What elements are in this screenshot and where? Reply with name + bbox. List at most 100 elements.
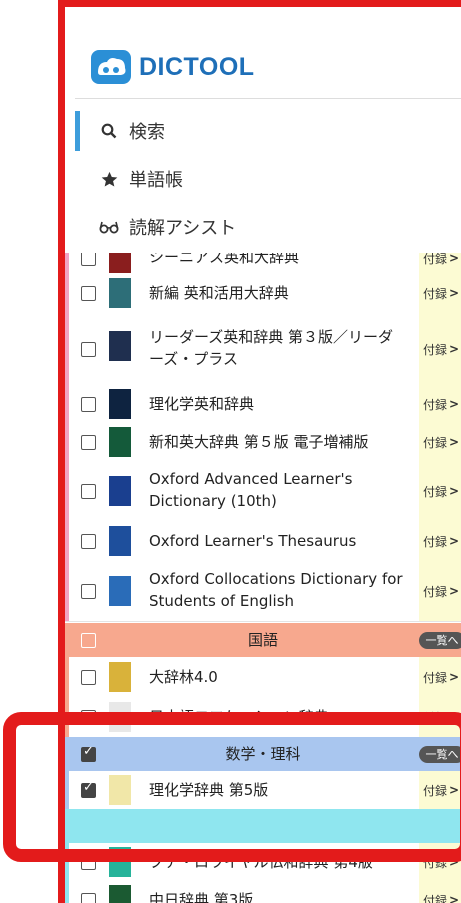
appendix-link[interactable]: 付録 > — [419, 771, 461, 809]
category-header-math-science[interactable]: 数学・理科 一覧へ — [65, 737, 461, 771]
category-color-bar — [65, 313, 69, 385]
appendix-link[interactable]: 付録 > — [419, 843, 461, 881]
dictionary-title: Oxford Collocations Dictionary for Stude… — [149, 570, 403, 610]
checkbox[interactable] — [81, 670, 96, 685]
category-color-bar — [65, 657, 69, 697]
dictionary-title: 新和英大辞典 第５版 電子増補版 — [149, 433, 369, 451]
category-color-bar — [65, 385, 69, 423]
logo-text: DICTOOL — [139, 52, 255, 81]
category-color-bar — [65, 521, 69, 561]
category-color-bar — [65, 423, 69, 461]
category-color-bar — [65, 273, 69, 313]
category-color-bar — [65, 461, 69, 521]
header: DICTOOL 検索 単語帳 読解アシスト — [65, 7, 461, 253]
chevron-right-icon: > — [449, 435, 460, 449]
book-cover-icon — [109, 576, 131, 606]
app-frame: DICTOOL 検索 単語帳 読解アシスト シーニアス英和大辞典 付録 > 新編… — [58, 0, 461, 903]
active-indicator — [75, 111, 80, 151]
dictionary-title: 理化学英和辞典 — [149, 395, 255, 413]
chevron-right-icon: > — [449, 251, 460, 265]
dictionary-title: リーダーズ英和辞典 第３版／リーダーズ・プラス — [149, 328, 394, 368]
checkbox[interactable] — [81, 484, 96, 499]
logo-icon — [91, 50, 131, 84]
dictionary-title: 新編 英和活用大辞典 — [149, 284, 289, 302]
appendix-link[interactable]: 付録 > — [419, 385, 461, 423]
appendix-link[interactable]: 付録 > — [419, 423, 461, 461]
book-cover-icon — [109, 702, 131, 732]
view-all-button[interactable]: 一覧へ — [419, 632, 461, 649]
checkbox[interactable] — [81, 342, 96, 357]
app-logo[interactable]: DICTOOL — [91, 47, 255, 87]
appendix-label: 付録 — [423, 435, 448, 450]
appendix-link[interactable]: 付録 > — [419, 881, 461, 903]
appendix-label: 付録 — [423, 484, 448, 499]
list-item[interactable]: Oxford Learner's Thesaurus 付録 > — [65, 521, 461, 562]
list-item[interactable]: 新和英大辞典 第５版 電子増補版 付録 > — [65, 423, 461, 462]
chevron-right-icon: > — [449, 484, 460, 498]
appendix-link[interactable]: 付録 > — [419, 313, 461, 385]
list-item[interactable]: Oxford Advanced Learner's Dictionary (10… — [65, 461, 461, 522]
list-item[interactable]: 理化学英和辞典 付録 > — [65, 385, 461, 424]
chevron-right-icon: > — [449, 670, 460, 684]
glasses-icon — [99, 220, 119, 234]
checkbox[interactable] — [81, 855, 96, 870]
appendix-label: 付録 — [423, 855, 448, 870]
chevron-right-icon: > — [449, 584, 460, 598]
chevron-right-icon: > — [449, 286, 460, 300]
chevron-right-icon: > — [449, 534, 460, 548]
list-item[interactable]: リーダーズ英和辞典 第３版／リーダーズ・プラス 付録 > — [65, 313, 461, 386]
category-name: 数学・理科 — [225, 745, 301, 763]
checkbox[interactable] — [81, 286, 96, 301]
list-item[interactable]: Oxford Collocations Dictionary for Stude… — [65, 561, 461, 622]
appendix-link[interactable]: 付録 > — [419, 521, 461, 561]
checkbox[interactable] — [81, 710, 96, 725]
nav-search[interactable]: 検索 — [75, 111, 461, 151]
search-icon — [99, 123, 119, 139]
nav-reading-assist[interactable]: 読解アシスト — [75, 207, 461, 247]
checkbox[interactable] — [81, 251, 96, 266]
list-item[interactable]: プチ・ロワイヤル仏和辞典 第4版 付録 > — [65, 843, 461, 882]
book-cover-icon — [109, 476, 131, 506]
checkbox[interactable] — [81, 435, 96, 450]
appendix-label: 付録 — [423, 670, 448, 685]
appendix-link[interactable]: 付録 > — [419, 697, 461, 737]
divider — [75, 98, 461, 99]
dictionary-title: 理化学辞典 第5版 — [149, 781, 269, 799]
nav-wordbook[interactable]: 単語帳 — [75, 159, 461, 199]
appendix-label: 付録 — [423, 584, 448, 599]
appendix-link[interactable]: 付録 > — [419, 657, 461, 697]
chevron-right-icon: > — [449, 710, 460, 724]
book-cover-icon — [109, 847, 131, 877]
checkbox[interactable] — [81, 584, 96, 599]
dictionary-title: 日本語コロケーション辞典 — [149, 708, 329, 726]
list-item[interactable]: 理化学辞典 第5版 付録> — [65, 771, 461, 810]
chevron-right-icon: > — [449, 855, 460, 869]
book-cover-icon — [109, 278, 131, 308]
book-cover-icon — [109, 775, 131, 805]
category-color-bar — [65, 697, 69, 737]
list-item[interactable]: 中日辞典 第3版 付録 > — [65, 881, 461, 903]
appendix-link[interactable]: 付録 > — [419, 273, 461, 313]
book-cover-icon — [109, 389, 131, 419]
category-color-bar — [65, 771, 69, 809]
book-cover-icon — [109, 885, 131, 903]
appendix-link[interactable]: 付録 > — [419, 561, 461, 621]
list-item[interactable]: 新編 英和活用大辞典 付録 > — [65, 273, 461, 314]
checkbox[interactable] — [81, 397, 96, 412]
category-name: 国語 — [247, 631, 278, 649]
appendix-link[interactable]: 付録 > — [419, 461, 461, 521]
chevron-right-icon: > — [449, 342, 460, 356]
view-all-button[interactable]: 一覧へ — [419, 746, 461, 763]
category-header-foreign-language[interactable] — [65, 809, 461, 843]
book-cover-icon — [109, 662, 131, 692]
checkbox[interactable] — [81, 534, 96, 549]
dictionary-title: Oxford Learner's Thesaurus — [149, 532, 357, 550]
category-color-bar — [65, 561, 69, 621]
category-color-bar — [65, 843, 69, 881]
chevron-right-icon: > — [449, 893, 460, 903]
checkbox[interactable] — [81, 893, 96, 903]
list-item[interactable]: 日本語コロケーション辞典 付録 > — [65, 697, 461, 738]
category-header-kokugo[interactable]: 国語 一覧へ — [65, 623, 461, 657]
checkbox[interactable] — [81, 780, 96, 798]
list-item[interactable]: 大辞林4.0 付録 > — [65, 657, 461, 698]
